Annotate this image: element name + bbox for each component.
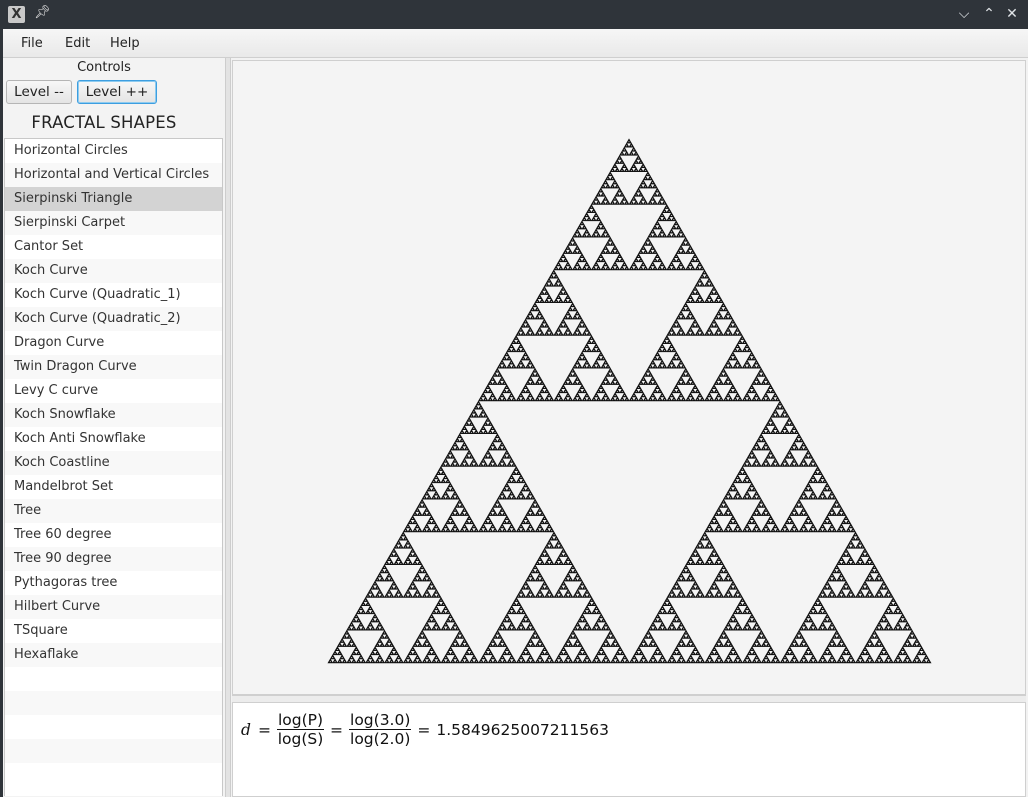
equals-sign: = bbox=[257, 720, 271, 739]
level-down-button[interactable]: Level -- bbox=[6, 80, 72, 104]
empty-list-row[interactable] bbox=[5, 739, 222, 763]
shape-list-item[interactable]: Koch Curve bbox=[5, 259, 222, 283]
shape-list-item[interactable]: Koch Coastline bbox=[5, 451, 222, 475]
shape-list-item[interactable]: Mandelbrot Set bbox=[5, 475, 222, 499]
empty-list-row[interactable] bbox=[5, 715, 222, 739]
title-bar: X 📌︎ ⌵ ⌃ ✕ bbox=[0, 0, 1028, 29]
shape-list-item[interactable]: Levy C curve bbox=[5, 379, 222, 403]
maximize-icon[interactable]: ⌃ bbox=[980, 5, 998, 23]
denominator: log(2.0) bbox=[350, 730, 411, 748]
pin-icon[interactable]: 📌︎ bbox=[34, 5, 51, 20]
level-up-button[interactable]: Level ++ bbox=[77, 80, 157, 104]
dimension-formula: d = log(P) log(S) = log(3.0) log(2.0) = … bbox=[241, 711, 609, 748]
shape-list-item[interactable]: Tree bbox=[5, 499, 222, 523]
equals-sign: = bbox=[417, 720, 431, 739]
shape-list-item[interactable]: Horizontal Circles bbox=[5, 139, 222, 163]
left-panel: Controls Level -- Level ++ FRACTAL SHAPE… bbox=[3, 58, 225, 797]
horizontal-split-divider[interactable] bbox=[232, 695, 1026, 703]
controls-label: Controls bbox=[77, 60, 131, 75]
menu-help[interactable]: Help bbox=[110, 36, 140, 51]
shape-list-item[interactable]: Tree 60 degree bbox=[5, 523, 222, 547]
app-window: File Edit Help Controls Level -- Level +… bbox=[3, 29, 1028, 797]
numerator: log(3.0) bbox=[349, 711, 412, 730]
empty-list-row[interactable] bbox=[5, 667, 222, 691]
equals-sign: = bbox=[330, 720, 344, 739]
sierpinski-path bbox=[327, 138, 932, 664]
menu-bar: File Edit Help bbox=[3, 29, 1028, 58]
shape-list-item[interactable]: Sierpinski Carpet bbox=[5, 211, 222, 235]
shape-list-item[interactable]: Tree 90 degree bbox=[5, 547, 222, 571]
shape-list-item[interactable]: Hexaflake bbox=[5, 643, 222, 667]
empty-list-row[interactable] bbox=[5, 763, 222, 787]
shape-list-item[interactable]: Koch Curve (Quadratic_1) bbox=[5, 283, 222, 307]
vertical-split-divider[interactable] bbox=[225, 58, 231, 797]
shapes-title: FRACTAL SHAPES bbox=[31, 113, 177, 132]
shape-list-item[interactable]: Koch Snowflake bbox=[5, 403, 222, 427]
shape-list-item[interactable]: Cantor Set bbox=[5, 235, 222, 259]
shape-list-item[interactable]: Dragon Curve bbox=[5, 331, 222, 355]
close-icon[interactable]: ✕ bbox=[1003, 5, 1021, 23]
fraction-general: log(P) log(S) bbox=[276, 711, 325, 748]
shape-list-item[interactable]: Koch Anti Snowflake bbox=[5, 427, 222, 451]
fraction-values: log(3.0) log(2.0) bbox=[349, 711, 412, 748]
sierpinski-triangle bbox=[327, 138, 932, 664]
denominator: log(S) bbox=[277, 730, 324, 748]
shape-list-item[interactable]: Pythagoras tree bbox=[5, 571, 222, 595]
shape-list-item[interactable]: TSquare bbox=[5, 619, 222, 643]
shape-list-item[interactable]: Twin Dragon Curve bbox=[5, 355, 222, 379]
fractal-canvas bbox=[232, 60, 1026, 695]
formula-variable: d bbox=[241, 720, 251, 739]
minimize-icon[interactable]: ⌵ bbox=[955, 5, 973, 23]
shapes-list[interactable]: Horizontal Circles Horizontal and Vertica… bbox=[4, 138, 223, 796]
menu-edit[interactable]: Edit bbox=[65, 36, 90, 51]
shape-list-item[interactable]: Horizontal and Vertical Circles bbox=[5, 163, 222, 187]
dimension-result: 1.5849625007211563 bbox=[436, 720, 609, 739]
shape-list-item[interactable]: Hilbert Curve bbox=[5, 595, 222, 619]
menu-file[interactable]: File bbox=[21, 36, 43, 51]
x-app-icon: X bbox=[8, 6, 25, 23]
shape-list-item[interactable]: Sierpinski Triangle bbox=[5, 187, 222, 211]
empty-list-row[interactable] bbox=[5, 691, 222, 715]
numerator: log(P) bbox=[276, 711, 325, 730]
shape-list-item[interactable]: Koch Curve (Quadratic_2) bbox=[5, 307, 222, 331]
formula-panel: d = log(P) log(S) = log(3.0) log(2.0) = … bbox=[232, 703, 1026, 797]
